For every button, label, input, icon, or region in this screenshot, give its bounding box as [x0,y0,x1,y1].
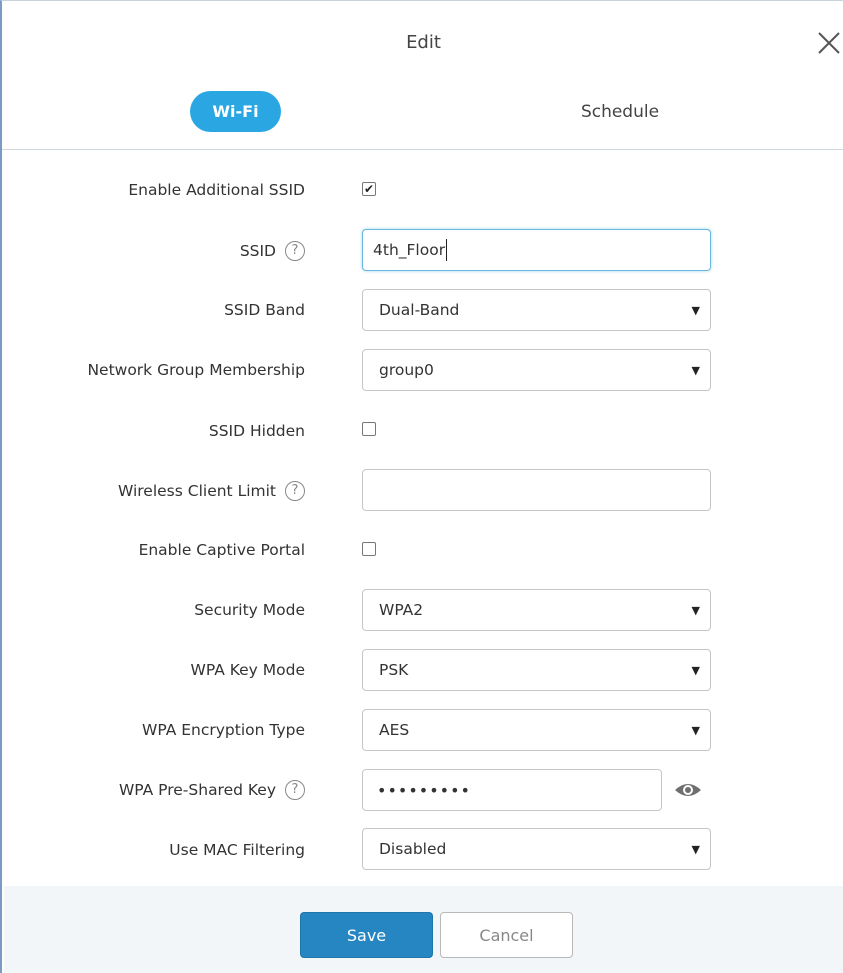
cancel-button[interactable]: Cancel [440,912,573,958]
enable-captive-portal-checkbox[interactable] [362,542,376,556]
text-cursor [446,239,448,261]
eye-icon[interactable] [673,781,703,799]
help-icon[interactable]: ? [285,780,305,800]
caret-down-icon: ▼ [691,604,700,617]
security-mode-label-text: Security Mode [194,601,305,619]
caret-down-icon: ▼ [691,843,700,856]
caret-down-icon: ▼ [691,364,700,377]
header-divider [2,149,843,150]
wpa-psk-input[interactable]: ••••••••• [362,769,662,811]
wpa-key-mode-value: PSK [379,661,409,679]
enable-additional-ssid-label: Enable Additional SSID [128,179,305,201]
caret-down-icon: ▼ [691,724,700,737]
wpa-encryption-type-label-text: WPA Encryption Type [142,721,305,739]
network-group-label-text: Network Group Membership [87,361,305,379]
enable-captive-portal-label: Enable Captive Portal [139,539,305,561]
wpa-encryption-type-select[interactable]: AES ▼ [362,709,711,751]
ssid-hidden-label: SSID Hidden [209,420,305,442]
help-icon[interactable]: ? [285,241,305,261]
ssid-input-value: 4th_Floor [373,241,446,259]
wpa-encryption-type-value: AES [379,721,410,739]
ssid-band-value: Dual-Band [379,301,460,319]
wpa-psk-label-text: WPA Pre-Shared Key [118,781,276,799]
enable-captive-portal-label-text: Enable Captive Portal [138,541,305,559]
ssid-band-label-text: SSID Band [224,301,305,319]
security-mode-label: Security Mode [194,599,305,621]
caret-down-icon: ▼ [691,304,700,317]
ssid-hidden-label-text: SSID Hidden [208,422,305,440]
wpa-psk-label: WPA Pre-Shared Key ? [119,779,305,801]
ssid-hidden-checkbox[interactable] [362,422,376,436]
help-icon[interactable]: ? [285,481,305,501]
mac-filtering-label: Use MAC Filtering [169,839,305,861]
ssid-band-select[interactable]: Dual-Band ▼ [362,289,711,331]
dialog-title: Edit [406,32,441,53]
security-mode-select[interactable]: WPA2 ▼ [362,589,711,631]
network-group-label: Network Group Membership [87,359,305,381]
mac-filtering-value: Disabled [379,840,447,858]
ssid-label-text: SSID [239,242,276,260]
wpa-key-mode-label-text: WPA Key Mode [190,661,305,679]
caret-down-icon: ▼ [691,664,700,677]
network-group-value: group0 [379,361,434,379]
tab-schedule[interactable]: Schedule [562,91,678,132]
tab-wifi[interactable]: Wi-Fi [190,91,281,132]
edit-dialog: Edit Wi-Fi Schedule Enable Additional SS… [0,0,843,973]
wpa-encryption-type-label: WPA Encryption Type [142,719,305,741]
save-button[interactable]: Save [300,912,433,958]
close-icon[interactable] [817,31,841,55]
enable-additional-ssid-label-text: Enable Additional SSID [128,181,305,199]
enable-additional-ssid-checkbox[interactable]: ✔ [362,182,376,196]
mac-filtering-select[interactable]: Disabled ▼ [362,828,711,870]
network-group-select[interactable]: group0 ▼ [362,349,711,391]
wireless-client-limit-label-text: Wireless Client Limit [117,482,276,500]
wpa-key-mode-select[interactable]: PSK ▼ [362,649,711,691]
mac-filtering-label-text: Use MAC Filtering [169,841,305,859]
checkmark-icon: ✔ [363,182,375,196]
wireless-client-limit-input[interactable] [362,469,711,511]
wireless-client-limit-label: Wireless Client Limit ? [118,480,305,502]
ssid-label: SSID ? [240,240,305,262]
ssid-input[interactable]: 4th_Floor [362,229,711,271]
wpa-psk-value: ••••••••• [377,780,471,800]
wpa-key-mode-label: WPA Key Mode [191,659,305,681]
security-mode-value: WPA2 [379,601,424,619]
ssid-band-label: SSID Band [224,299,305,321]
